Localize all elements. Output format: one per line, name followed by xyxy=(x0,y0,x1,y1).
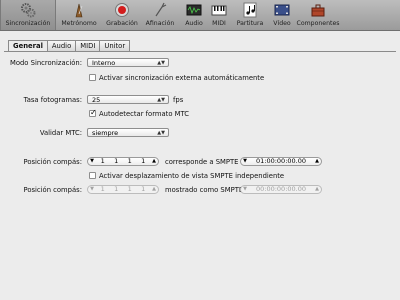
toolbox-icon xyxy=(311,4,325,17)
toolbar-label: Partitura xyxy=(236,20,264,27)
frame-rate-popup[interactable]: 25 ▲▼ xyxy=(87,95,169,104)
down-arrow-icon: ▼ xyxy=(90,158,94,164)
toolbar-audio[interactable]: Audio xyxy=(182,0,206,30)
smpte-view-checkbox[interactable] xyxy=(89,172,96,179)
valid-mtc-label: Validar MTC: xyxy=(39,129,82,137)
down-arrow-icon: ▼ xyxy=(90,186,94,192)
toolbar-tuning[interactable]: Afinación xyxy=(142,0,178,30)
bar-position-stepper[interactable]: ▼ 1 1 1 1 ▲ xyxy=(87,157,159,166)
toolbar-label: MIDI xyxy=(212,20,226,27)
toolbar-recording[interactable]: Grabación xyxy=(104,0,140,30)
frame-rate-value: 25 xyxy=(92,96,101,104)
down-arrow-icon: ▼ xyxy=(243,158,247,164)
toolbar-metronome[interactable]: Metrónomo xyxy=(60,0,98,30)
toolbar-label: Grabación xyxy=(106,20,138,27)
metronome-icon xyxy=(75,3,83,18)
video-icon xyxy=(274,4,290,16)
bar-position2-stepper: ▼ 1 1 1 1 ▲ xyxy=(87,185,159,194)
valid-mtc-value: siempre xyxy=(92,129,119,137)
smpte2-value: 00:00:00:00.00 xyxy=(256,185,306,193)
toolbar-score[interactable]: Partitura xyxy=(232,0,268,30)
tab-bar: General Audio MIDI Unitor xyxy=(8,40,131,52)
down-arrow-icon: ▼ xyxy=(243,186,247,192)
midi-icon xyxy=(211,5,227,16)
score-icon xyxy=(243,2,257,18)
sync-mode-label: Modo Sincronización: xyxy=(9,59,82,67)
smpte-stepper[interactable]: ▼ 01:00:00:00.00 ▲ xyxy=(240,157,322,166)
gears-icon xyxy=(21,3,36,18)
up-arrow-icon: ▲ xyxy=(152,186,156,192)
corresponds-label: corresponde a SMPTE xyxy=(165,158,239,166)
auto-mtc-label: Autodetectar formato MTC xyxy=(99,110,190,118)
bar-position-label: Posición compás: xyxy=(23,158,82,166)
toolbar-sync[interactable]: Sincronización xyxy=(0,0,56,30)
toolbar-label: Audio xyxy=(185,20,203,27)
valid-mtc-popup[interactable]: siempre ▲▼ xyxy=(87,128,169,137)
auto-mtc-checkbox[interactable] xyxy=(89,108,97,117)
updown-arrows-icon: ▲▼ xyxy=(157,130,165,136)
tick-value: 1 xyxy=(141,185,146,193)
fps-label: fps xyxy=(173,96,184,104)
sync-mode-value: Interno xyxy=(92,59,116,67)
toolbar-label: Metrónomo xyxy=(61,20,97,27)
toolbar-components[interactable]: Componentes xyxy=(296,0,340,30)
audio-icon xyxy=(186,4,202,16)
toolbar-label: Vídeo xyxy=(273,20,291,27)
shown-as-label: mostrado como SMPTE xyxy=(165,186,244,194)
division-value: 1 xyxy=(127,185,132,193)
bar-position2-label: Posición compás: xyxy=(23,186,82,194)
preferences-toolbar: Sincronización Metrónomo Grabación Afina… xyxy=(0,0,400,31)
toolbar-label: Componentes xyxy=(296,20,340,27)
record-icon xyxy=(115,3,129,17)
sync-mode-popup[interactable]: Interno ▲▼ xyxy=(87,58,169,67)
division-value: 1 xyxy=(127,157,132,165)
frame-rate-label: Tasa fotogramas: xyxy=(23,96,82,104)
auto-sync-checkbox[interactable] xyxy=(89,74,96,81)
updown-arrows-icon: ▲▼ xyxy=(157,60,165,66)
bar-value: 1 xyxy=(100,157,105,165)
updown-arrows-icon: ▲▼ xyxy=(157,97,165,103)
toolbar-midi[interactable]: MIDI xyxy=(208,0,230,30)
auto-sync-label: Activar sincronización externa automátic… xyxy=(99,74,265,82)
toolbar-label: Sincronización xyxy=(5,20,51,27)
smpte-value: 01:00:00:00.00 xyxy=(256,157,306,165)
up-arrow-icon: ▲ xyxy=(315,186,319,192)
up-arrow-icon: ▲ xyxy=(315,158,319,164)
smpte-view-label: Activar desplazamiento de vista SMPTE in… xyxy=(99,172,285,180)
beat-value: 1 xyxy=(114,185,119,193)
beat-value: 1 xyxy=(114,157,119,165)
toolbar-label: Afinación xyxy=(145,20,175,27)
bar-value: 1 xyxy=(100,185,105,193)
up-arrow-icon: ▲ xyxy=(152,158,156,164)
tuning-fork-icon xyxy=(155,2,167,17)
smpte2-stepper: ▼ 00:00:00:00.00 ▲ xyxy=(240,185,322,194)
tick-value: 1 xyxy=(141,157,146,165)
toolbar-video[interactable]: Vídeo xyxy=(270,0,294,30)
